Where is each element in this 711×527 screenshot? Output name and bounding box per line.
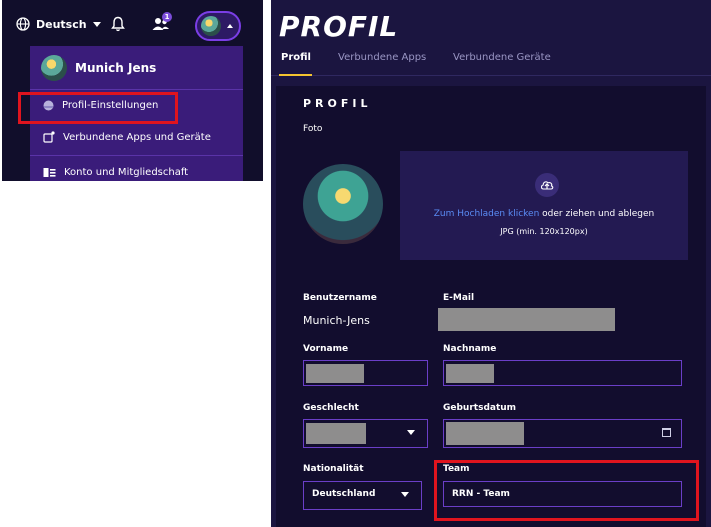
lastname-value-redacted <box>446 364 494 383</box>
chevron-up-icon <box>227 24 233 28</box>
tab-profile[interactable]: Profil <box>281 52 311 63</box>
gender-select[interactable] <box>303 419 428 448</box>
firstname-value-redacted <box>306 364 364 383</box>
highlight-box-team <box>434 460 699 521</box>
left-panel: Deutsch 1 Munich Jens Profil-Einstellung… <box>2 0 263 181</box>
chevron-down-icon <box>92 21 101 27</box>
tab-bar: Profil Verbundene Apps Verbundene Geräte <box>271 46 711 76</box>
username-value: Munich-Jens <box>303 314 370 327</box>
email-value-redacted <box>438 308 615 331</box>
firstname-label: Vorname <box>303 344 349 354</box>
id-card-icon <box>43 168 56 177</box>
tab-connected-apps[interactable]: Verbundene Apps <box>338 52 426 63</box>
nationality-label: Nationalität <box>303 464 364 474</box>
birthdate-label: Geburtsdatum <box>443 403 517 413</box>
user-avatar-button[interactable] <box>195 11 241 41</box>
dropdown-header: Munich Jens <box>30 46 243 90</box>
bell-icon[interactable] <box>111 16 125 32</box>
gender-value-redacted <box>306 423 366 444</box>
upload-instructions-rest: oder ziehen und ablegen <box>539 209 655 219</box>
tab-connected-devices[interactable]: Verbundene Geräte <box>453 52 551 63</box>
profile-settings-panel: PROFIL Profil Verbundene Apps Verbundene… <box>271 0 711 527</box>
nationality-select[interactable]: Deutschland <box>303 481 422 510</box>
avatar <box>201 16 221 36</box>
lastname-label: Nachname <box>443 344 497 354</box>
language-selector[interactable]: Deutsch <box>16 17 101 31</box>
active-tab-indicator <box>279 74 312 76</box>
menu-item-connected-apps[interactable]: Verbundene Apps und Geräte <box>30 131 243 143</box>
globe-icon <box>16 17 30 31</box>
email-label: E-Mail <box>443 293 475 303</box>
top-nav: Deutsch 1 <box>2 0 263 46</box>
lastname-input[interactable] <box>443 360 682 386</box>
menu-item-label: Verbundene Apps und Geräte <box>63 131 211 143</box>
username-label: Benutzername <box>303 293 377 303</box>
cloud-upload-icon <box>535 173 559 197</box>
language-label: Deutsch <box>36 17 87 31</box>
menu-item-label: Konto und Mitgliedschaft <box>64 167 189 178</box>
gender-label: Geschlecht <box>303 403 359 413</box>
section-title: PROFIL <box>303 97 372 110</box>
plug-icon <box>43 131 55 143</box>
divider <box>30 155 243 156</box>
photo-upload-dropzone[interactable]: Zum Hochladen klicken oder ziehen und ab… <box>400 151 688 260</box>
photo-label: Foto <box>303 124 323 134</box>
user-name: Munich Jens <box>75 60 157 75</box>
page-title: PROFIL <box>279 10 399 43</box>
upload-link[interactable]: Zum Hochladen klicken <box>434 209 540 219</box>
upload-instructions: Zum Hochladen klicken oder ziehen und ab… <box>400 209 688 219</box>
chevron-down-icon <box>401 492 409 497</box>
calendar-icon[interactable] <box>662 428 671 437</box>
nationality-value: Deutschland <box>312 489 376 499</box>
birthdate-input[interactable] <box>443 419 682 448</box>
notification-badge: 1 <box>162 12 172 22</box>
profile-picture <box>303 164 383 244</box>
firstname-input[interactable] <box>303 360 428 386</box>
upload-hint: JPG (min. 120x120px) <box>500 227 588 236</box>
friends-button[interactable]: 1 <box>152 12 172 36</box>
highlight-box-profile-settings <box>18 92 178 124</box>
birthdate-value-redacted <box>446 422 524 445</box>
chevron-down-icon <box>407 430 415 435</box>
avatar <box>41 54 67 81</box>
menu-item-account-membership[interactable]: Konto und Mitgliedschaft <box>30 167 243 178</box>
